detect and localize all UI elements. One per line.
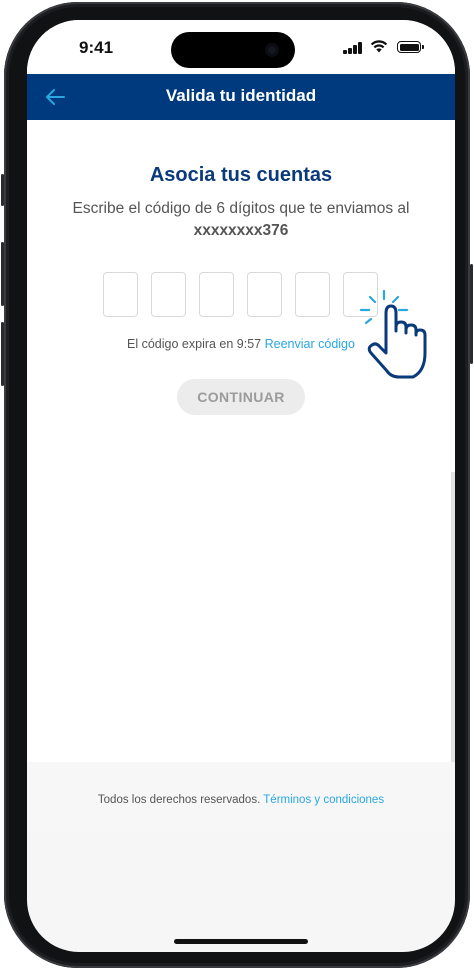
battery-icon — [397, 41, 424, 53]
dynamic-island — [171, 32, 295, 68]
status-bar: 9:41 — [27, 20, 455, 74]
masked-phone-number: xxxxxxxx376 — [193, 222, 289, 239]
section-heading: Asocia tus cuentas — [149, 164, 333, 186]
code-digit-5[interactable] — [295, 272, 330, 317]
camera-icon — [265, 43, 279, 57]
terms-link[interactable]: Términos y condiciones — [263, 794, 384, 806]
signal-icon — [343, 42, 363, 54]
code-digit-1[interactable] — [103, 272, 138, 317]
volume-up-button — [1, 242, 4, 306]
volume-down-button — [1, 322, 4, 386]
tap-hand-icon — [359, 289, 427, 379]
expire-text: El código expira en 9:57 — [127, 337, 262, 351]
phone-frame: 9:41 Valida tu identidad Asocia tus cuen… — [1, 2, 473, 968]
description-text: Escribe el código de 6 dígitos que te en… — [51, 198, 431, 242]
action-button — [1, 174, 4, 206]
description-line: Escribe el código de 6 dígitos que te en… — [72, 200, 410, 217]
continue-button[interactable]: CONTINUAR — [177, 379, 305, 415]
scrollbar[interactable] — [451, 472, 455, 762]
code-digit-3[interactable] — [199, 272, 234, 317]
app-header: Valida tu identidad — [27, 74, 455, 120]
status-time: 9:41 — [79, 38, 114, 57]
blank-area — [27, 472, 451, 762]
code-digit-2[interactable] — [151, 272, 186, 317]
wifi-icon — [370, 40, 388, 53]
footer-text-line: Todos los derechos reservados. Términos … — [27, 794, 455, 806]
power-button — [470, 264, 473, 364]
resend-code-link[interactable]: Reenviar código — [265, 337, 355, 351]
home-indicator — [174, 939, 308, 944]
copyright-text: Todos los derechos reservados. — [97, 794, 261, 806]
code-digit-4[interactable] — [247, 272, 282, 317]
footer: Todos los derechos reservados. Términos … — [27, 762, 455, 832]
screen: 9:41 Valida tu identidad Asocia tus cuen… — [27, 20, 455, 952]
page-title: Valida tu identidad — [165, 86, 317, 105]
